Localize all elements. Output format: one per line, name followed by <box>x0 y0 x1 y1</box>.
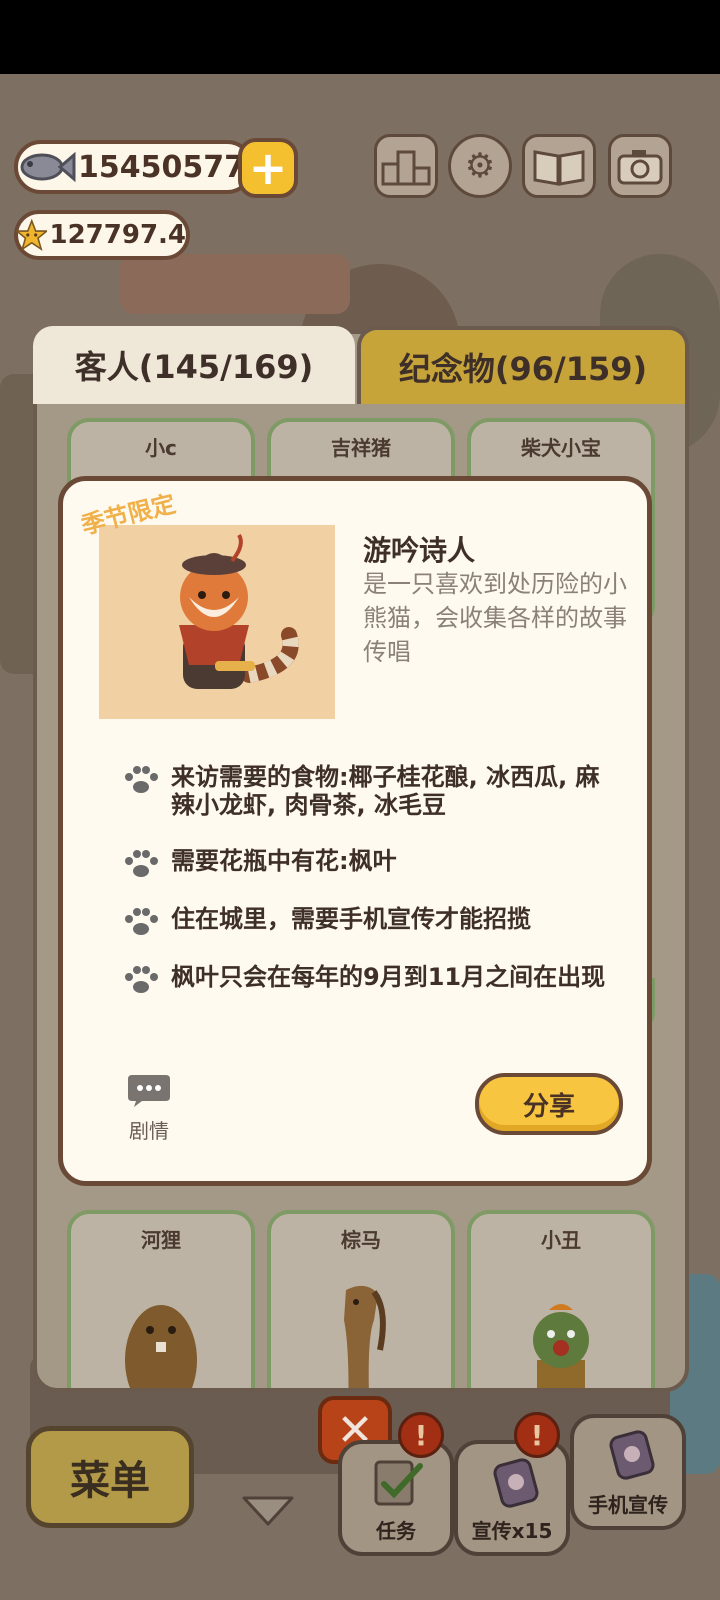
requirement-item: 需要花瓶中有花:枫叶 <box>123 847 623 879</box>
requirement-text: 来访需要的食物:椰子桂花酿, 冰西瓜, 麻辣小龙虾, 肉骨茶, 冰毛豆 <box>171 763 600 819</box>
story-label: 剧情 <box>129 1119 169 1143</box>
guest-card-name: 柴犬小宝 <box>521 436 601 460</box>
guest-card-name: 河狸 <box>141 1228 181 1252</box>
promo-x15-label: 宣传x15 <box>471 1519 553 1543</box>
phone-promo-label: 手机宣传 <box>588 1493 668 1517</box>
guide-book-icon[interactable] <box>522 134 596 198</box>
promo-alert-badge: ! <box>514 1412 560 1458</box>
guest-detail-modal: 季节限定 游吟诗人 是一只喜欢到处历险的小熊猫，会收集各样的故事传唱 来访需要的… <box>58 476 652 1186</box>
story-button[interactable]: 剧情 <box>121 1073 177 1144</box>
paw-icon <box>125 850 158 877</box>
chevron-down-icon[interactable] <box>240 1492 296 1528</box>
requirement-text: 需要花瓶中有花:枫叶 <box>171 847 397 875</box>
requirement-item: 住在城里，需要手机宣传才能招揽 <box>123 905 623 937</box>
guest-card[interactable]: 棕马 <box>267 1210 455 1388</box>
tasks-label: 任务 <box>376 1519 416 1543</box>
fish-amount: 15450577 <box>78 149 245 185</box>
star-amount: 127797.4 <box>49 220 186 250</box>
character-portrait <box>99 525 335 719</box>
menu-button[interactable]: 菜单 <box>26 1426 194 1528</box>
star-icon <box>16 218 48 252</box>
camera-shape-icon <box>617 150 663 185</box>
guest-card-name: 小丑 <box>541 1228 581 1252</box>
promo-x15-button[interactable]: 宣传x15 <box>454 1440 570 1556</box>
settings-gear-icon[interactable]: ⚙ <box>448 134 512 198</box>
star-currency-pill: 127797.4 <box>14 210 190 260</box>
add-currency-button[interactable]: + <box>238 138 298 198</box>
beaver-icon <box>125 1305 197 1388</box>
share-button[interactable]: 分享 <box>475 1073 623 1135</box>
fish-icon <box>20 151 76 183</box>
requirement-text: 住在城里，需要手机宣传才能招揽 <box>171 905 531 933</box>
camera-icon[interactable] <box>608 134 672 198</box>
ranking-icon[interactable] <box>374 134 438 198</box>
requirement-item: 枫叶只会在每年的9月到11月之间在出现 <box>123 963 623 995</box>
tab-guests[interactable]: 客人(145/169) <box>33 326 355 404</box>
guest-card[interactable]: 河狸 <box>67 1210 255 1388</box>
scene-awning <box>120 254 350 314</box>
tasks-alert-badge: ! <box>398 1412 444 1458</box>
paw-icon <box>125 966 158 993</box>
horse-icon <box>344 1285 386 1388</box>
checklist-icon <box>374 1460 423 1506</box>
clown-icon <box>533 1304 589 1388</box>
character-name: 游吟诗人 <box>363 534 476 567</box>
guest-card-name: 小c <box>145 436 177 460</box>
phone-promo-icon <box>493 1458 539 1508</box>
tab-souvenirs[interactable]: 纪念物(96/159) <box>357 326 689 404</box>
guest-card[interactable]: 小丑 <box>467 1210 655 1388</box>
requirement-text: 枫叶只会在每年的9月到11月之间在出现 <box>171 963 606 991</box>
guest-card-name: 吉祥猪 <box>331 436 391 460</box>
paw-icon <box>125 766 158 793</box>
character-description: 是一只喜欢到处历险的小熊猫，会收集各样的故事传唱 <box>363 570 627 666</box>
requirement-item: 来访需要的食物:椰子桂花酿, 冰西瓜, 麻辣小龙虾, 肉骨茶, 冰毛豆 <box>123 763 623 819</box>
phone-promo-button[interactable]: 手机宣传 <box>570 1414 686 1530</box>
phone-icon <box>609 1430 655 1480</box>
red-panda-bard-icon <box>179 533 299 689</box>
podium-icon <box>381 150 431 186</box>
fish-currency-pill: 15450577 <box>14 140 254 194</box>
paw-icon <box>125 908 158 935</box>
guest-card-name: 棕马 <box>341 1228 381 1252</box>
book-icon <box>533 150 585 186</box>
speech-bubble-icon <box>128 1075 170 1107</box>
tasks-button[interactable]: 任务 <box>338 1440 454 1556</box>
